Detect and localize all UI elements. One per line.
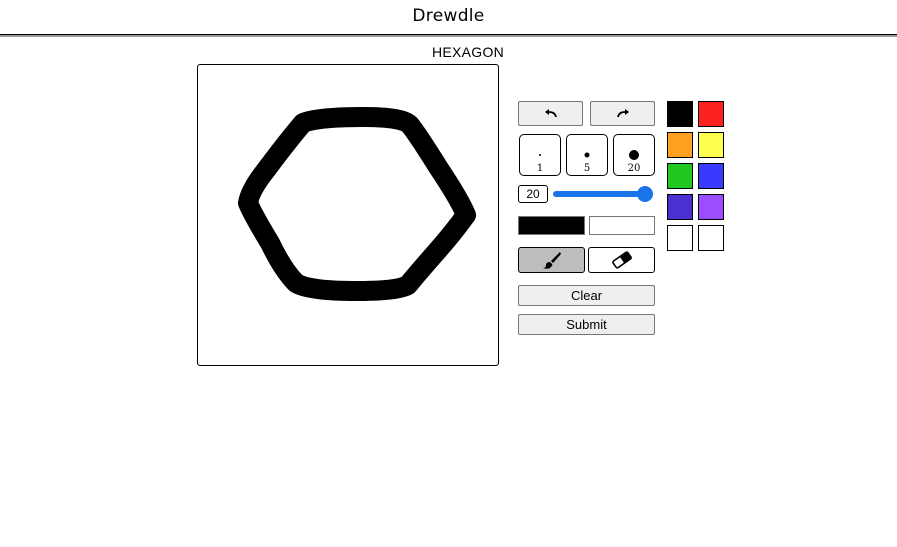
palette-swatch-orange[interactable] (667, 132, 693, 158)
palette-swatch-purple[interactable] (698, 194, 724, 220)
eraser-icon (611, 251, 632, 269)
brush-size-input[interactable]: 20 (518, 185, 548, 203)
undo-arrow-icon (544, 108, 557, 117)
redo-arrow-icon (616, 108, 629, 117)
drawn-stroke (238, 107, 476, 301)
prompt-word: HEXAGON (431, 44, 505, 60)
secondary-color-swatch[interactable] (589, 216, 655, 235)
eraser-tool-button[interactable] (588, 247, 655, 273)
palette-swatch-green[interactable] (667, 163, 693, 189)
brush-size-label: 20 (627, 163, 641, 174)
clear-button[interactable]: Clear (518, 285, 655, 306)
palette-swatch-white-1[interactable] (667, 225, 693, 251)
palette-swatch-red[interactable] (698, 101, 724, 127)
drawing-canvas[interactable] (197, 64, 499, 366)
brush-size-5-button[interactable]: 5 (566, 134, 608, 176)
palette-swatch-yellow[interactable] (698, 132, 724, 158)
brush-dot-medium-icon (584, 152, 590, 158)
app-header: Drewdle (0, 0, 897, 35)
brush-size-slider-thumb[interactable] (637, 186, 653, 202)
palette-swatch-indigo[interactable] (667, 194, 693, 220)
app-title: Drewdle (412, 6, 485, 26)
paintbrush-icon (542, 252, 561, 269)
brush-dot-large-icon (629, 150, 639, 160)
palette-swatch-black[interactable] (667, 101, 693, 127)
submit-button[interactable]: Submit (518, 314, 655, 335)
undo-button[interactable] (518, 101, 583, 126)
primary-color-swatch[interactable] (518, 216, 585, 235)
palette-swatch-blue[interactable] (698, 163, 724, 189)
palette-swatch-white-2[interactable] (698, 225, 724, 251)
brush-tool-button[interactable] (518, 247, 585, 273)
brush-size-20-button[interactable]: 20 (613, 134, 655, 176)
brush-size-label: 5 (583, 163, 591, 174)
drawing-surface[interactable] (198, 65, 498, 365)
brush-size-label: 1 (536, 163, 544, 174)
redo-button[interactable] (590, 101, 655, 126)
brush-dot-small-icon (539, 154, 541, 156)
brush-size-1-button[interactable]: 1 (519, 134, 561, 176)
